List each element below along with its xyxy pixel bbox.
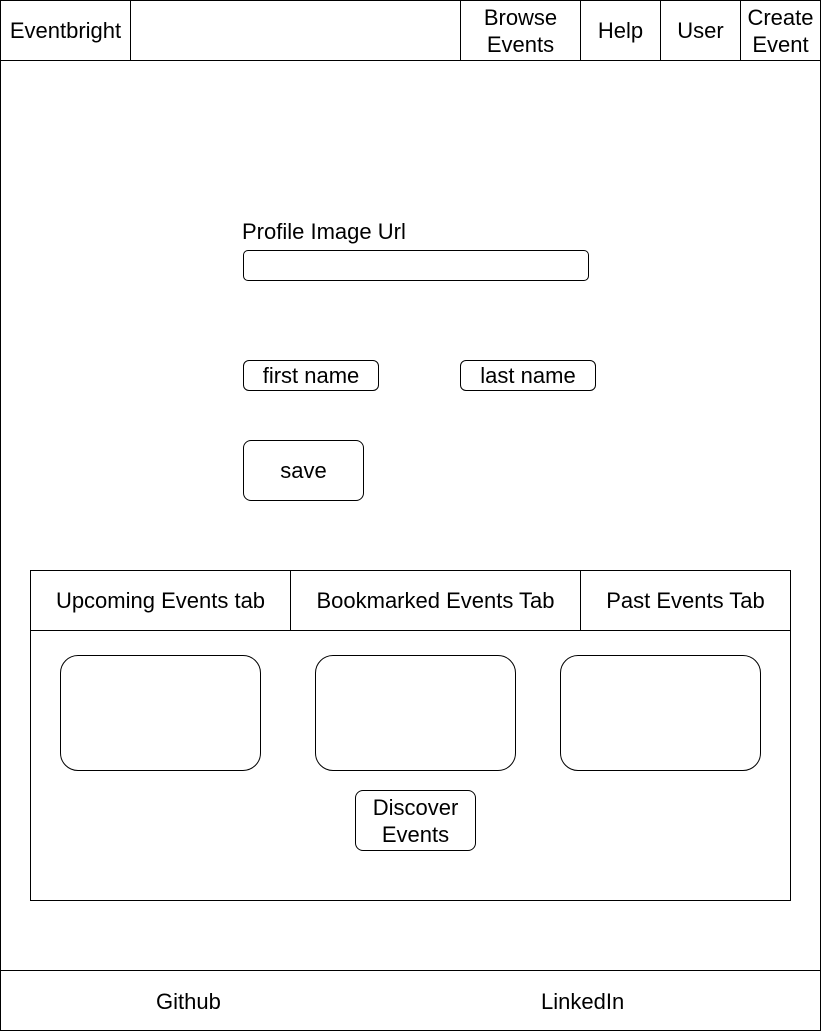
github-link[interactable]: Github <box>156 988 221 1015</box>
discover-events-button[interactable]: Discover Events <box>355 790 476 851</box>
tab-past-label: Past Events Tab <box>606 588 765 613</box>
tab-upcoming-events[interactable]: Upcoming Events tab <box>30 570 291 631</box>
tab-upcoming-label: Upcoming Events tab <box>55 588 266 613</box>
save-button[interactable]: save <box>243 440 364 501</box>
nav-create-line1: Create <box>747 4 814 30</box>
nav-help-label: Help <box>597 18 644 43</box>
profile-image-url-label: Profile Image Url <box>242 219 406 244</box>
discover-line1: Discover <box>372 794 459 820</box>
nav-user-label: User <box>677 18 724 43</box>
brand-logo[interactable]: Eventbright <box>0 0 131 61</box>
profile-image-url-input[interactable] <box>243 250 589 281</box>
nav-browse-line2: Events <box>486 31 555 57</box>
event-card[interactable] <box>60 655 261 771</box>
event-card[interactable] <box>560 655 761 771</box>
tab-bookmarked-label: Bookmarked Events Tab <box>316 588 555 613</box>
save-button-label: save <box>280 458 327 483</box>
footer: Github LinkedIn <box>0 970 821 1031</box>
last-name-field[interactable]: last name <box>460 360 596 391</box>
first-name-label: first name <box>262 363 360 388</box>
first-name-field[interactable]: first name <box>243 360 379 391</box>
nav-help[interactable]: Help <box>580 0 661 61</box>
tab-past-events[interactable]: Past Events Tab <box>580 570 791 631</box>
nav-create-line2: Event <box>752 31 809 57</box>
nav-user[interactable]: User <box>660 0 741 61</box>
nav-spacer <box>130 0 461 61</box>
event-card[interactable] <box>315 655 516 771</box>
nav-browse-events[interactable]: Browse Events <box>460 0 581 61</box>
nav-create-event[interactable]: Create Event <box>740 0 821 61</box>
last-name-label: last name <box>480 363 576 388</box>
brand-label: Eventbright <box>9 18 122 43</box>
nav-browse-line1: Browse <box>483 4 558 30</box>
discover-line2: Events <box>381 821 450 847</box>
linkedin-link[interactable]: LinkedIn <box>541 988 624 1015</box>
tab-bookmarked-events[interactable]: Bookmarked Events Tab <box>290 570 581 631</box>
